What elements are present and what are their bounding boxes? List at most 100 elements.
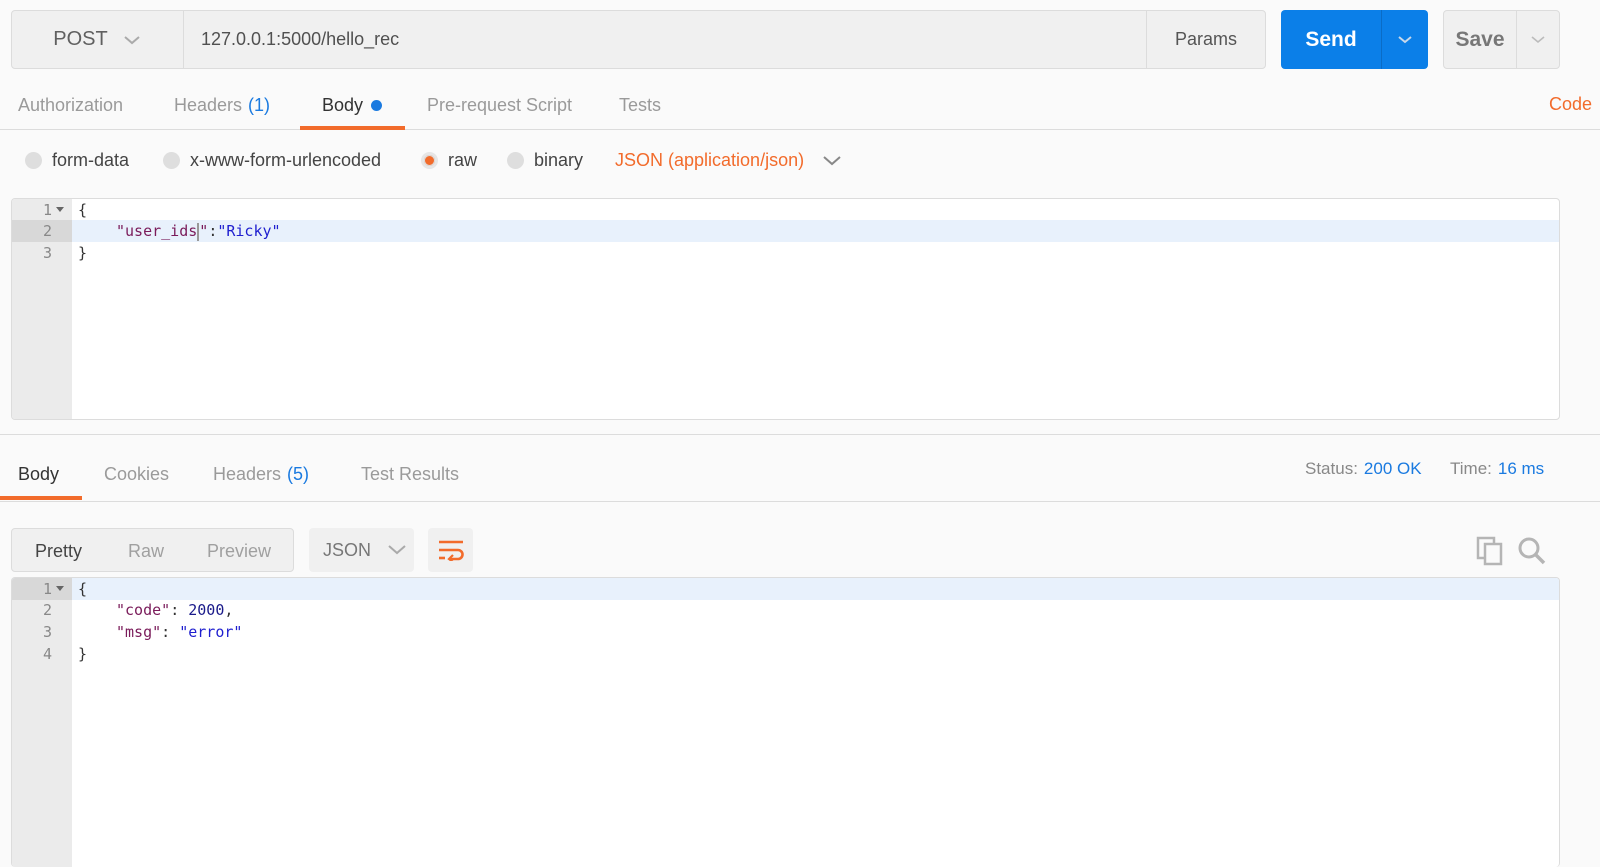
save-dropdown-button[interactable] bbox=[1517, 11, 1559, 68]
json-string-value: "Ricky" bbox=[217, 222, 281, 240]
radio-unchecked-icon bbox=[25, 151, 42, 169]
view-pretty-button[interactable]: Pretty bbox=[35, 529, 82, 573]
radio-binary[interactable]: binary bbox=[507, 140, 583, 180]
request-body-editor[interactable]: 1 { 2 "user_ids ":"Ricky" 3 } bbox=[11, 198, 1560, 420]
radio-unchecked-icon bbox=[507, 151, 524, 169]
view-preview-button[interactable]: Preview bbox=[207, 529, 271, 573]
line-number: 4 bbox=[42, 645, 52, 663]
tab-body[interactable]: Body bbox=[322, 80, 383, 130]
radio-checked-icon bbox=[421, 151, 438, 169]
save-button[interactable]: Save bbox=[1444, 11, 1517, 68]
chevron-down-icon bbox=[1531, 35, 1545, 43]
tab-label: Body bbox=[322, 94, 364, 115]
response-tab-test-results[interactable]: Test Results bbox=[361, 445, 459, 503]
params-button[interactable]: Params bbox=[1146, 11, 1265, 68]
json-key: "msg" bbox=[116, 623, 162, 641]
code-link[interactable]: Code bbox=[1549, 94, 1592, 115]
headers-count-badge: (5) bbox=[287, 463, 310, 484]
json-key: "user_ids bbox=[116, 222, 198, 240]
language-label: JSON bbox=[323, 539, 372, 560]
json-number-value: 2000 bbox=[188, 601, 225, 619]
chevron-down-icon bbox=[823, 156, 841, 166]
raw-format-select[interactable]: JSON (application/json) bbox=[615, 140, 842, 180]
response-tab-headers[interactable]: Headers (5) bbox=[213, 445, 309, 503]
url-input[interactable] bbox=[184, 11, 1146, 68]
radio-unchecked-icon bbox=[163, 151, 180, 169]
tab-label: Cookies bbox=[104, 463, 170, 484]
response-tab-cookies[interactable]: Cookies bbox=[104, 445, 169, 503]
radio-label: raw bbox=[448, 149, 478, 170]
response-view-mode-group: Pretty Raw Preview bbox=[11, 528, 294, 572]
tab-label: Body bbox=[18, 463, 60, 484]
line-number: 2 bbox=[12, 220, 72, 242]
request-url-bar: POST Params bbox=[11, 10, 1266, 69]
line-number: 3 bbox=[42, 623, 52, 641]
line-number: 2 bbox=[42, 601, 52, 619]
json-comma: , bbox=[224, 601, 234, 619]
json-key-end: " bbox=[199, 222, 209, 240]
status-label: Status: bbox=[1305, 459, 1358, 478]
copy-icon bbox=[1476, 536, 1503, 566]
radio-label: binary bbox=[534, 149, 584, 170]
code-text: } bbox=[78, 645, 88, 663]
tab-label: Tests bbox=[619, 94, 662, 115]
editor-line-active: 1 { bbox=[12, 578, 1559, 600]
code-text: } bbox=[78, 244, 88, 262]
editor-line-active: 2 "user_ids ":"Ricky" bbox=[12, 220, 1559, 242]
editor-line: 3 "msg": "error" bbox=[12, 621, 1559, 643]
fold-arrow-icon[interactable] bbox=[56, 207, 64, 212]
radio-x-www-form-urlencoded[interactable]: x-www-form-urlencoded bbox=[163, 140, 381, 180]
method-select[interactable]: POST bbox=[12, 11, 184, 68]
time-value[interactable]: 16 ms bbox=[1498, 459, 1544, 479]
chevron-down-icon bbox=[124, 35, 140, 44]
chevron-down-icon bbox=[1398, 35, 1412, 43]
save-button-group: Save bbox=[1443, 10, 1560, 69]
tab-headers[interactable]: Headers (1) bbox=[174, 80, 270, 130]
code-text: { bbox=[78, 201, 88, 219]
fold-arrow-icon[interactable] bbox=[56, 586, 64, 591]
tab-label: Headers bbox=[213, 463, 282, 484]
radio-raw[interactable]: raw bbox=[421, 140, 477, 180]
code-text: { bbox=[78, 580, 88, 598]
radio-form-data[interactable]: form-data bbox=[25, 140, 129, 180]
json-separator: : bbox=[170, 601, 189, 619]
editor-line: 2 "code": 2000, bbox=[12, 599, 1559, 621]
view-raw-button[interactable]: Raw bbox=[128, 529, 164, 573]
send-button-group: Send bbox=[1281, 10, 1428, 69]
headers-count-badge: (1) bbox=[248, 94, 271, 115]
method-label: POST bbox=[53, 28, 108, 50]
tab-label: Test Results bbox=[361, 463, 460, 484]
tab-label: Headers bbox=[174, 94, 243, 115]
response-language-select[interactable]: JSON bbox=[309, 528, 414, 572]
line-number: 3 bbox=[42, 244, 52, 262]
radio-label: x-www-form-urlencoded bbox=[190, 149, 382, 170]
tab-label: Authorization bbox=[18, 94, 124, 115]
time-label: Time: bbox=[1450, 459, 1492, 478]
response-body-viewer[interactable]: 1 { 2 "code": 2000, 3 "msg": "error" 4 } bbox=[11, 577, 1560, 867]
chevron-down-icon bbox=[388, 545, 406, 555]
tab-pre-request-script[interactable]: Pre-request Script bbox=[427, 80, 572, 130]
response-status: Status: 200 OK bbox=[1305, 435, 1422, 503]
json-key: "code" bbox=[116, 601, 171, 619]
raw-format-label: JSON (application/json) bbox=[615, 149, 805, 170]
request-tabs: Authorization Headers (1) Body Pre-reque… bbox=[0, 80, 1600, 130]
send-button[interactable]: Send bbox=[1281, 10, 1382, 69]
tab-authorization[interactable]: Authorization bbox=[18, 80, 123, 130]
wrap-lines-button[interactable] bbox=[428, 528, 473, 572]
send-dropdown-button[interactable] bbox=[1382, 10, 1428, 69]
response-tabs-bar: Body Cookies Headers (5) Test Results St… bbox=[0, 434, 1600, 502]
editor-line: 4 } bbox=[12, 643, 1559, 665]
search-button[interactable] bbox=[1516, 535, 1548, 567]
copy-button[interactable] bbox=[1474, 535, 1506, 567]
active-response-tab-indicator bbox=[0, 496, 82, 500]
json-separator: : bbox=[161, 623, 180, 641]
tab-label: Pre-request Script bbox=[427, 94, 573, 115]
editor-line: 3 } bbox=[12, 242, 1559, 264]
response-tab-body[interactable]: Body bbox=[18, 445, 59, 503]
modified-dot-icon bbox=[371, 99, 383, 111]
status-value[interactable]: 200 OK bbox=[1364, 459, 1422, 479]
tab-tests[interactable]: Tests bbox=[619, 80, 661, 130]
search-icon bbox=[1518, 537, 1546, 565]
wrap-lines-icon bbox=[438, 540, 464, 561]
radio-label: form-data bbox=[52, 149, 130, 170]
